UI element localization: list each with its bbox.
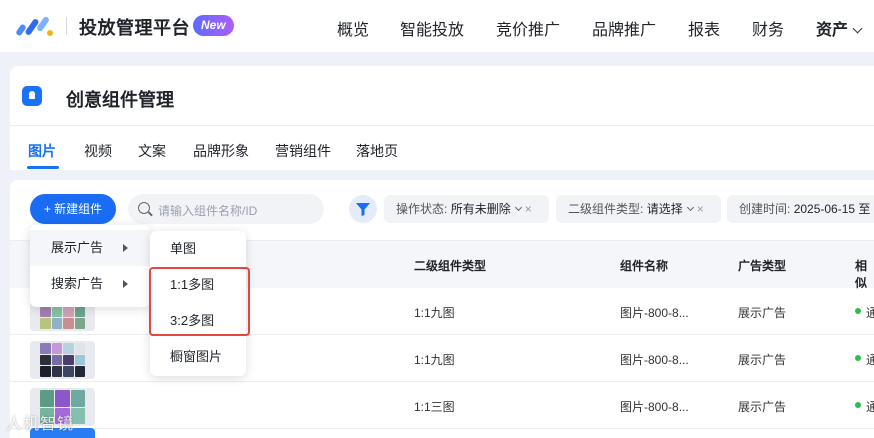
search-icon: [138, 202, 150, 214]
status-dot: [855, 308, 861, 314]
highlight-box: [149, 267, 250, 336]
close-icon[interactable]: ×: [525, 202, 532, 216]
nav-brand-promotion[interactable]: 品牌推广: [592, 16, 656, 40]
filter-button[interactable]: [349, 195, 377, 223]
watermark-text: 人机智镜: [6, 416, 75, 433]
cell-subtype: 1:1九图: [414, 353, 455, 367]
tab-copy[interactable]: 文案: [138, 141, 166, 161]
tab-marketing-components[interactable]: 营销组件: [275, 141, 331, 161]
logo-icon[interactable]: [16, 14, 56, 38]
filter-chip-subtype-value: 请选择: [646, 202, 683, 216]
tab-videos[interactable]: 视频: [84, 141, 112, 161]
submenu-item-single-image[interactable]: 单图: [150, 231, 246, 267]
status-dot: [855, 355, 861, 361]
nav-bidding[interactable]: 竞价推广: [496, 16, 560, 40]
nav-overview[interactable]: 概览: [337, 16, 369, 40]
cell-status: 通: [866, 353, 874, 367]
cell-subtype: 1:1九图: [414, 306, 455, 320]
logo-divider: [66, 17, 67, 35]
cell-status: 通: [866, 400, 874, 414]
tab-landing-page[interactable]: 落地页: [356, 141, 398, 161]
chevron-down-icon: [514, 203, 522, 212]
column-header-subtype[interactable]: 二级组件类型: [414, 257, 486, 274]
tab-brand-image[interactable]: 品牌形象: [193, 141, 249, 161]
menu-item-search-ads[interactable]: 搜索广告: [30, 266, 150, 302]
chevron-down-icon: [852, 23, 863, 34]
nav-assets-label: 资产: [816, 22, 849, 39]
thumbnail-image[interactable]: [30, 341, 95, 379]
column-header-name[interactable]: 组件名称: [620, 257, 668, 274]
filter-chip-time-label: 创建时间:: [739, 202, 791, 216]
chevron-down-icon: [686, 203, 694, 212]
menu-item-display-ads[interactable]: 展示广告: [30, 230, 150, 266]
brand-title: 投放管理平台: [79, 18, 190, 38]
filter-chip-created-time[interactable]: 创建时间: 2025-06-15 至: [727, 195, 874, 223]
filter-chip-status-value: 所有未删除: [450, 202, 511, 216]
cell-ad-type: 展示广告: [738, 353, 787, 367]
header-divider: [10, 125, 874, 126]
new-badge: New: [193, 15, 234, 36]
nav-assets[interactable]: 资产: [816, 16, 863, 40]
menu-item-display-ads-label: 展示广告: [51, 240, 104, 255]
caret-right-icon: [123, 244, 128, 252]
row-divider: [10, 428, 874, 429]
new-component-button[interactable]: + 新建组件: [30, 194, 116, 224]
status-dot: [855, 402, 861, 408]
cell-status: 通: [866, 306, 874, 320]
cell-name[interactable]: 图片-800-8...: [620, 351, 689, 368]
nav-smart-delivery[interactable]: 智能投放: [400, 16, 464, 40]
cell-subtype: 1:1三图: [414, 400, 455, 414]
filter-chip-subtype-label: 二级组件类型:: [568, 202, 644, 216]
row-divider: [10, 381, 874, 382]
filter-chip-time-value: 2025-06-15 至: [793, 202, 871, 216]
cell-ad-type: 展示广告: [738, 400, 787, 414]
column-header-similar[interactable]: 相似: [855, 257, 874, 291]
page-title: 创意组件管理: [66, 90, 174, 110]
submenu-item-showcase-image[interactable]: 橱窗图片: [150, 339, 246, 375]
cell-name[interactable]: 图片-800-8...: [620, 304, 689, 321]
close-icon[interactable]: ×: [697, 202, 704, 216]
active-tab-indicator: [27, 166, 59, 169]
menu-item-search-ads-label: 搜索广告: [51, 276, 104, 291]
cell-ad-type: 展示广告: [738, 306, 787, 320]
filter-chip-subtype[interactable]: 二级组件类型: 请选择 ×: [556, 195, 721, 223]
row-divider: [10, 334, 874, 335]
cell-name[interactable]: 图片-800-8...: [620, 398, 689, 415]
search-placeholder: 请输入组件名称/ID: [158, 204, 258, 218]
nav-reports[interactable]: 报表: [688, 16, 720, 40]
filter-chip-status-label: 操作状态:: [396, 202, 448, 216]
lightbulb-icon: [22, 86, 42, 106]
nav-finance[interactable]: 财务: [752, 16, 784, 40]
column-header-ad-type[interactable]: 广告类型: [738, 257, 786, 274]
filter-chip-status[interactable]: 操作状态: 所有未删除 ×: [384, 195, 549, 223]
filter-icon: [356, 203, 370, 216]
caret-right-icon: [123, 280, 128, 288]
tab-images[interactable]: 图片: [28, 141, 56, 161]
